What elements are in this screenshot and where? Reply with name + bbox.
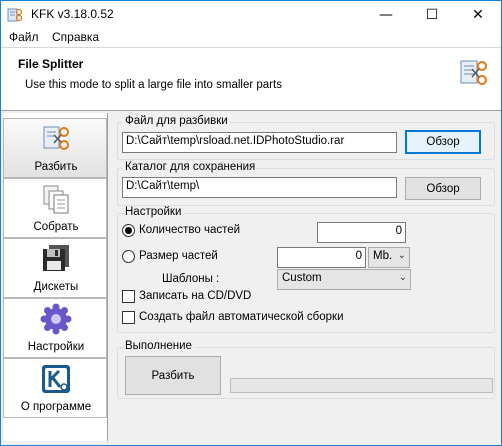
settings-group-title: Настройки — [123, 206, 184, 218]
mode-title: File Splitter — [18, 57, 84, 71]
split-file-icon — [460, 60, 487, 85]
app-window: KFK v3.18.0.52 — ☐ ✕ Файл Справка File S… — [0, 0, 502, 446]
parts-count-radio[interactable] — [122, 224, 135, 237]
sidebar-label-split: Разбить — [34, 161, 78, 173]
maximize-button[interactable]: ☐ — [409, 1, 455, 29]
maximize-icon: ☐ — [425, 7, 439, 23]
template-value: Custom — [282, 272, 322, 284]
merge-documents-icon — [43, 185, 69, 214]
write-cd-checkbox[interactable] — [122, 290, 135, 303]
split-run-label: Разбить — [151, 369, 195, 382]
output-folder-input[interactable]: D:\Сайт\temp\ — [122, 177, 397, 198]
close-button[interactable]: ✕ — [455, 1, 501, 29]
source-file-input[interactable]: D:\Сайт\temp\rsload.net.IDPhotoStudio.ra… — [122, 132, 397, 153]
browse-output-label: Обзор — [426, 182, 460, 195]
chevron-down-icon: ⌄ — [397, 250, 406, 261]
floppy-disk-icon — [43, 245, 69, 271]
template-select[interactable]: Custom ⌄ — [277, 269, 411, 290]
app-icon — [7, 8, 23, 22]
part-size-radio[interactable] — [122, 250, 135, 263]
part-size-label: Размер частей — [139, 250, 218, 262]
title-bar[interactable]: KFK v3.18.0.52 — ☐ ✕ — [1, 1, 501, 29]
split-run-button[interactable]: Разбить — [125, 356, 221, 395]
size-unit-value: Mb. — [373, 250, 393, 262]
sidebar-label-merge: Собрать — [33, 221, 79, 233]
sidebar-label-floppies: Дискеты — [33, 281, 79, 293]
autobuild-label: Создать файл автоматической сборки — [139, 311, 344, 323]
minimize-icon: — — [379, 7, 393, 23]
split-icon — [43, 126, 69, 150]
sidebar-label-about: О программе — [20, 401, 92, 413]
menu-file[interactable]: Файл — [9, 30, 39, 44]
parts-count-input[interactable]: 0 — [317, 222, 406, 243]
sidebar-label-settings: Настройки — [27, 341, 85, 353]
execution-group-title: Выполнение — [123, 340, 194, 352]
size-unit-select[interactable]: Mb. ⌄ — [368, 247, 410, 268]
source-file-group-title: Файл для разбивки — [123, 115, 230, 127]
sidebar-item-about[interactable]: О программе — [3, 358, 107, 418]
window-title: KFK v3.18.0.52 — [31, 7, 114, 21]
mode-description: Use this mode to split a large file into… — [25, 79, 282, 91]
write-cd-label: Записать на CD/DVD — [139, 290, 252, 302]
autobuild-checkbox[interactable] — [122, 311, 135, 324]
sidebar-item-split[interactable]: Разбить — [3, 118, 107, 178]
parts-count-label: Количество частей — [139, 224, 241, 236]
mode-header: File Splitter Use this mode to split a l… — [1, 47, 501, 111]
browse-output-button[interactable]: Обзор — [405, 177, 481, 200]
sidebar-item-settings[interactable]: Настройки — [3, 298, 107, 358]
part-size-input[interactable]: 0 — [277, 247, 366, 268]
sidebar-item-merge[interactable]: Собрать — [3, 178, 107, 238]
settings-gear-icon — [40, 303, 72, 335]
progress-bar — [230, 378, 493, 393]
output-folder-group-title: Каталог для сохранения — [123, 161, 258, 173]
about-k-icon — [42, 365, 70, 393]
chevron-down-icon: ⌄ — [398, 272, 407, 283]
browse-source-label: Обзор — [426, 136, 460, 148]
menu-bar: Файл Справка — [1, 29, 501, 47]
mode-sidebar: Разбить Собрать Дискеты Настройки О прог… — [3, 113, 108, 441]
templates-label: Шаблоны : — [162, 273, 220, 285]
menu-help[interactable]: Справка — [52, 30, 99, 44]
minimize-button[interactable]: — — [363, 1, 409, 29]
close-icon: ✕ — [472, 7, 484, 23]
sidebar-item-floppies[interactable]: Дискеты — [3, 238, 107, 298]
browse-source-button[interactable]: Обзор — [405, 130, 481, 154]
